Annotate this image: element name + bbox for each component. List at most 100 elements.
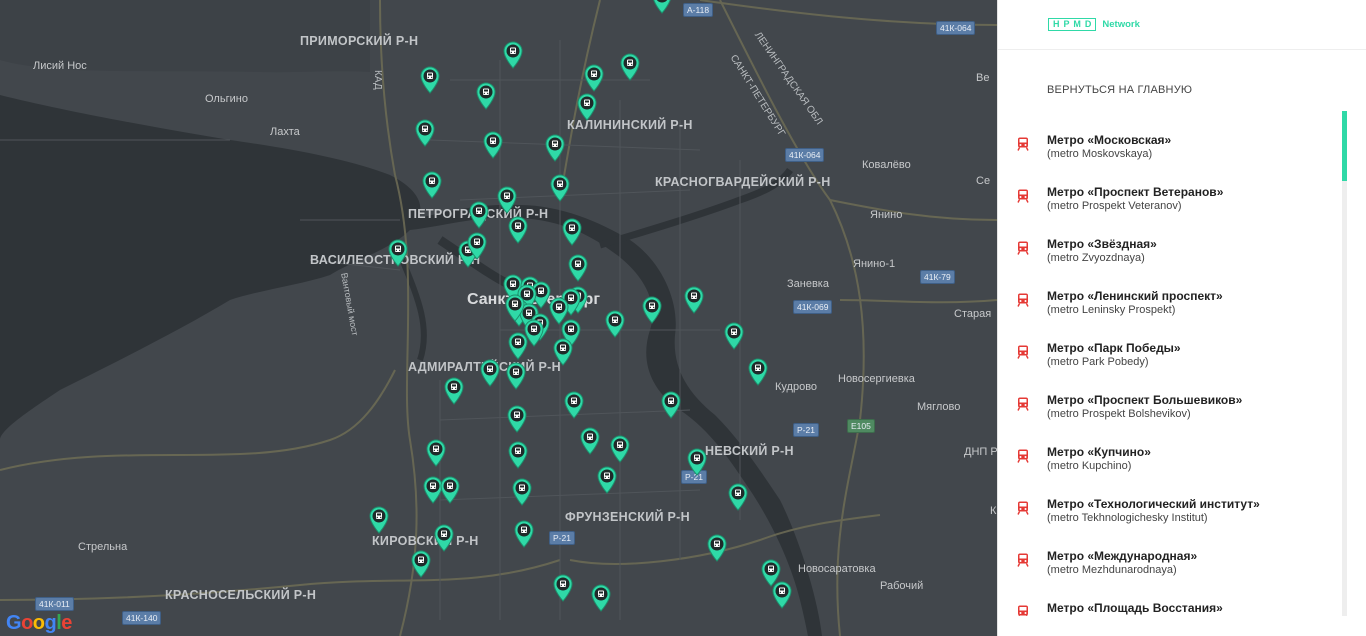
- village-label: Старая: [954, 308, 992, 320]
- metro-marker-icon[interactable]: [567, 254, 589, 282]
- train-icon: [1017, 293, 1029, 307]
- station-list-item[interactable]: Метро «Международная» (metro Mezhdunarodn…: [998, 526, 1341, 578]
- village-label: К: [990, 505, 997, 517]
- station-list-item[interactable]: Метро «Площадь Восстания»: [998, 578, 1341, 616]
- metro-marker-icon[interactable]: [368, 506, 390, 534]
- station-list-item[interactable]: Метро «Парк Победы» (metro Park Pobedy): [998, 318, 1341, 370]
- metro-marker-icon[interactable]: [583, 64, 605, 92]
- metro-marker-icon[interactable]: [425, 439, 447, 467]
- metro-marker-icon[interactable]: [496, 186, 518, 214]
- metro-marker-icon[interactable]: [552, 338, 574, 366]
- metro-marker-icon[interactable]: [505, 362, 527, 390]
- station-name: Метро «Площадь Восстания»: [1047, 601, 1223, 615]
- brand-logo[interactable]: НРМD Network: [1048, 18, 1140, 31]
- district-label: НЕВСКИЙ Р-Н: [705, 444, 794, 458]
- metro-marker-icon[interactable]: [502, 41, 524, 69]
- metro-marker-icon[interactable]: [651, 0, 673, 14]
- google-logo[interactable]: Google: [6, 612, 72, 635]
- metro-marker-icon[interactable]: [552, 574, 574, 602]
- train-icon: [1017, 553, 1029, 567]
- metro-marker-icon[interactable]: [443, 377, 465, 405]
- village-label: Стрельна: [78, 541, 128, 553]
- station-list-item[interactable]: Метро «Технологический институт» (metro T…: [998, 474, 1341, 526]
- metro-marker-icon[interactable]: [439, 476, 461, 504]
- station-name-latin: (metro Prospekt Veteranov): [1047, 200, 1182, 212]
- station-list-item[interactable]: Метро «Ленинский проспект» (metro Leninsk…: [998, 266, 1341, 318]
- metro-marker-icon[interactable]: [660, 391, 682, 419]
- village-label: Се: [976, 175, 991, 187]
- station-list-item[interactable]: Метро «Московская» (metro Moskovskaya): [998, 110, 1341, 162]
- station-name-latin: (metro Leninsky Prospekt): [1047, 304, 1176, 316]
- village-label: Ковалёво: [862, 159, 911, 171]
- village-label: Новосаратовка: [798, 563, 876, 575]
- metro-marker-icon[interactable]: [561, 218, 583, 246]
- district-label: КРАСНОСЕЛЬСКИЙ Р-Н: [165, 588, 317, 602]
- metro-marker-icon[interactable]: [414, 119, 436, 147]
- station-name: Метро «Парк Победы»: [1047, 341, 1181, 355]
- station-list-item[interactable]: Метро «Проспект Большевиков» (metro Prosp…: [998, 370, 1341, 422]
- metro-marker-icon[interactable]: [590, 584, 612, 612]
- village-label: Заневка: [787, 278, 829, 290]
- train-icon: [1017, 397, 1029, 411]
- road-number-badge: А-118: [683, 3, 714, 17]
- metro-marker-icon[interactable]: [507, 332, 529, 360]
- road-number-badge: Р-21: [793, 423, 819, 437]
- scrollbar-thumb[interactable]: [1342, 111, 1347, 181]
- logo-mark: НРМD: [1048, 18, 1097, 31]
- metro-marker-icon[interactable]: [410, 550, 432, 578]
- station-list-item[interactable]: Метро «Проспект Ветеранов» (metro Prospek…: [998, 162, 1341, 214]
- metro-marker-icon[interactable]: [475, 82, 497, 110]
- road-number-badge: 41К-069: [793, 300, 833, 314]
- village-label: Ольгино: [205, 93, 248, 105]
- train-icon: [1017, 241, 1029, 255]
- metro-marker-icon[interactable]: [609, 435, 631, 463]
- metro-marker-icon[interactable]: [549, 174, 571, 202]
- station-name-latin: (metro Zvyozdnaya): [1047, 252, 1145, 264]
- train-icon: [1017, 449, 1029, 463]
- village-label: Новосергиевка: [838, 373, 915, 385]
- metro-marker-icon[interactable]: [511, 478, 533, 506]
- station-list-scrollbar[interactable]: [1342, 111, 1347, 616]
- metro-marker-icon[interactable]: [544, 134, 566, 162]
- metro-marker-icon[interactable]: [727, 483, 749, 511]
- metro-marker-icon[interactable]: [479, 359, 501, 387]
- metro-marker-icon[interactable]: [507, 216, 529, 244]
- station-list-item[interactable]: Метро «Звёздная» (metro Zvyozdnaya): [998, 214, 1341, 266]
- metro-marker-icon[interactable]: [576, 93, 598, 121]
- station-name-latin: (metro Moskovskaya): [1047, 148, 1153, 160]
- metro-marker-icon[interactable]: [579, 427, 601, 455]
- metro-marker-icon[interactable]: [619, 53, 641, 81]
- map-view[interactable]: ПРИМОРСКИЙ Р-Н КАЛИНИНСКИЙ Р-Н КРАСНОГВАРД…: [0, 0, 997, 636]
- map-base: [0, 0, 997, 636]
- metro-marker-icon[interactable]: [563, 391, 585, 419]
- metro-marker-icon[interactable]: [706, 534, 728, 562]
- metro-marker-icon[interactable]: [504, 294, 526, 322]
- road-number-badge: 41К-79: [920, 270, 955, 284]
- metro-marker-icon[interactable]: [466, 232, 488, 260]
- metro-marker-icon[interactable]: [513, 520, 535, 548]
- back-to-home-link[interactable]: ВЕРНУТЬСЯ НА ГЛАВНУЮ: [1047, 84, 1192, 96]
- station-name-latin: (metro Kupchino): [1047, 460, 1132, 472]
- station-name: Метро «Купчино»: [1047, 445, 1151, 459]
- train-icon: [1017, 501, 1029, 515]
- metro-marker-icon[interactable]: [387, 239, 409, 267]
- metro-marker-icon[interactable]: [507, 441, 529, 469]
- metro-marker-icon[interactable]: [421, 171, 443, 199]
- metro-marker-icon[interactable]: [506, 405, 528, 433]
- station-list-item[interactable]: Метро «Купчино» (metro Kupchino): [998, 422, 1341, 474]
- metro-marker-icon[interactable]: [771, 581, 793, 609]
- station-name: Метро «Звёздная»: [1047, 237, 1157, 251]
- metro-marker-icon[interactable]: [683, 286, 705, 314]
- metro-marker-icon[interactable]: [604, 310, 626, 338]
- metro-marker-icon[interactable]: [468, 201, 490, 229]
- district-label: ПРИМОРСКИЙ Р-Н: [300, 34, 419, 48]
- metro-marker-icon[interactable]: [686, 448, 708, 476]
- metro-marker-icon[interactable]: [596, 466, 618, 494]
- metro-marker-icon[interactable]: [482, 131, 504, 159]
- metro-marker-icon[interactable]: [433, 524, 455, 552]
- village-label: Рабочий: [880, 580, 924, 592]
- metro-marker-icon[interactable]: [419, 66, 441, 94]
- metro-marker-icon[interactable]: [723, 322, 745, 350]
- metro-marker-icon[interactable]: [641, 296, 663, 324]
- metro-marker-icon[interactable]: [747, 358, 769, 386]
